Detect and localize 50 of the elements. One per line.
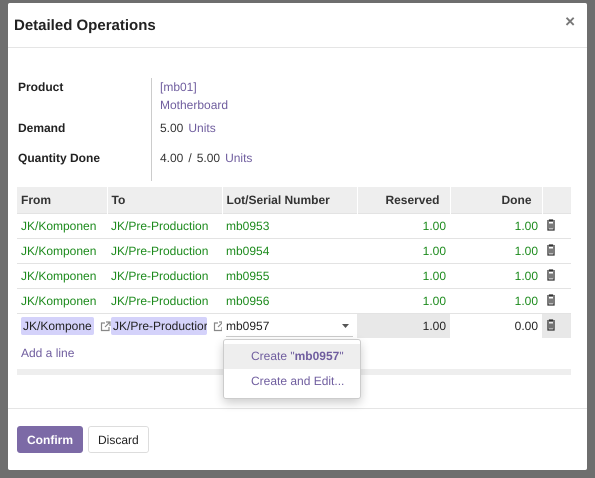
field-label: Quantity Done [17, 150, 102, 167]
add-line-link[interactable]: Add a line [17, 338, 78, 368]
table-cell: JK/Pre-Production [107, 238, 222, 264]
table-cell: 1.00 [450, 264, 542, 288]
external-link-icon[interactable] [213, 320, 224, 332]
trash-icon[interactable] [546, 318, 556, 330]
table-cell: JK/Komponen [17, 214, 107, 238]
unit-link[interactable]: Units [225, 151, 252, 181]
quantity-value: 5.00 [196, 151, 220, 167]
unit-link[interactable]: Units [188, 121, 216, 149]
discard-button[interactable]: Discard [88, 426, 149, 453]
column-header[interactable]: Reserved [357, 187, 450, 214]
trash-icon[interactable] [546, 244, 556, 256]
table-cell: JK/Pre-Production [107, 264, 222, 288]
quantity-value: 5.00 [160, 121, 184, 137]
trash-icon[interactable] [546, 294, 556, 306]
table-cell: mb0953 [222, 214, 357, 238]
table-cell: 1.00 [357, 238, 450, 264]
close-button[interactable]: × [565, 12, 575, 32]
table-cell: JK/Komponen [17, 264, 107, 288]
trash-icon[interactable] [546, 268, 556, 280]
done-input-field[interactable]: 0.00 [514, 319, 538, 333]
dialog-title: Detailed Operations [14, 16, 156, 34]
dropdown-option[interactable]: Create "mb0957" [224, 344, 360, 369]
column-header[interactable]: To [107, 187, 222, 214]
column-header[interactable]: Lot/Serial Number [222, 187, 357, 214]
product-link[interactable]: [mb01] [160, 80, 571, 94]
quantity-value: 4.00 [160, 151, 184, 167]
column-header[interactable]: From [17, 187, 107, 214]
table-cell: mb0955 [222, 264, 357, 288]
dropdown-option[interactable]: Create and Edit... [224, 369, 360, 394]
lot-input-field[interactable]: mb0957 [226, 318, 326, 332]
table-cell: 1.00 [357, 264, 450, 288]
table-cell: 1.00 [450, 238, 542, 264]
table-cell: 1.00 [450, 214, 542, 238]
product-link[interactable]: Motherboard [160, 98, 571, 112]
location-tag[interactable]: JK/Kompone [21, 317, 94, 335]
trash-icon[interactable] [546, 218, 556, 230]
confirm-button[interactable]: Confirm [17, 426, 83, 453]
table-cell: mb0954 [222, 238, 357, 264]
table-cell: 1.00 [357, 214, 450, 238]
field-label: Demand [17, 120, 66, 137]
quantity-value: / [188, 151, 192, 167]
field-label: Product [17, 79, 64, 96]
table-cell: 1.00 [357, 314, 450, 338]
column-header[interactable]: Done [450, 187, 542, 214]
caret-icon[interactable] [342, 324, 349, 328]
external-link-icon[interactable] [100, 320, 111, 332]
table-cell: JK/Pre-Production [107, 214, 222, 238]
table-cell: JK/Komponen [17, 238, 107, 264]
